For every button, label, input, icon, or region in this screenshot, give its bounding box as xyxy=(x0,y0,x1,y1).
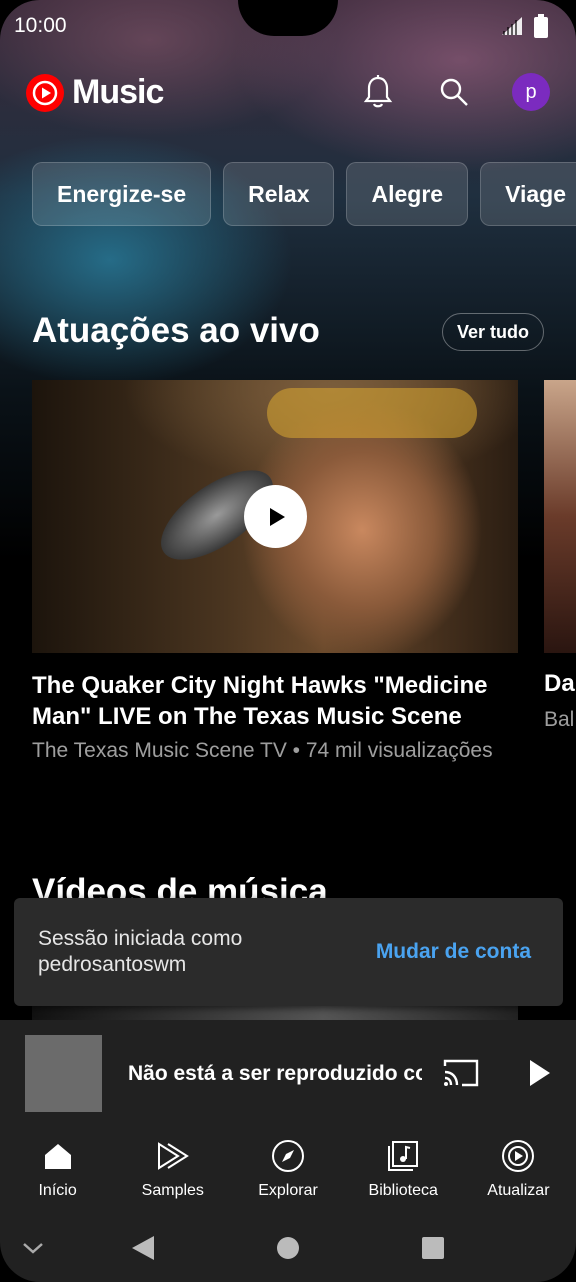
video-meta: The Texas Music Scene TV • 74 mil visual… xyxy=(32,739,493,762)
nav-label-home: Início xyxy=(38,1182,77,1199)
nav-item-home[interactable]: Início xyxy=(0,1125,115,1215)
next-video-title[interactable]: Da xyxy=(544,670,575,698)
next-video-thumbnail[interactable] xyxy=(544,380,576,653)
logo-play-icon xyxy=(26,73,64,112)
chip-happy[interactable]: Alegre xyxy=(346,162,469,226)
logo-text: Music xyxy=(72,73,164,111)
home-icon xyxy=(41,1139,75,1173)
samples-icon xyxy=(156,1139,190,1173)
snackbar-message: Sessão iniciada como pedrosantoswm xyxy=(38,927,243,976)
nav-item-samples[interactable]: Samples xyxy=(115,1125,230,1215)
nav-item-explore[interactable]: Explorar xyxy=(230,1125,345,1215)
system-navigation-bar xyxy=(0,1215,576,1282)
thumbnail-detail-glasses xyxy=(267,388,477,438)
system-collapse-button[interactable] xyxy=(18,1233,48,1263)
signed-in-snackbar: Sessão iniciada como pedrosantoswm Mudar… xyxy=(14,898,563,1006)
cast-icon xyxy=(443,1059,479,1087)
back-triangle-icon xyxy=(132,1236,154,1260)
system-recents-button[interactable] xyxy=(418,1233,448,1263)
system-back-button[interactable] xyxy=(128,1233,158,1263)
nav-item-library[interactable]: Biblioteca xyxy=(346,1125,461,1215)
status-icons xyxy=(500,14,548,38)
play-video-button[interactable] xyxy=(244,485,307,548)
chip-relax[interactable]: Relax xyxy=(223,162,335,226)
mood-chips: Energize-se Relax Alegre Viage xyxy=(32,162,576,226)
chevron-down-icon xyxy=(23,1243,43,1254)
app-screen: 10:00 Music p Energize-se Relax Alegre V… xyxy=(0,0,576,1282)
search-icon xyxy=(440,78,468,106)
nav-label-samples: Samples xyxy=(141,1182,204,1199)
chip-travel[interactable]: Viage xyxy=(480,162,576,226)
next-video-meta: Bal xyxy=(544,708,575,731)
play-icon xyxy=(269,507,285,526)
nav-item-upgrade[interactable]: Atualizar xyxy=(461,1125,576,1215)
account-avatar[interactable]: p xyxy=(512,73,550,111)
play-icon xyxy=(530,1060,550,1086)
compass-icon xyxy=(271,1139,305,1173)
switch-account-button[interactable]: Mudar de conta xyxy=(376,940,531,964)
nav-label-library: Biblioteca xyxy=(368,1182,438,1199)
library-icon xyxy=(386,1139,420,1173)
notifications-button[interactable] xyxy=(360,74,396,110)
mini-player-artwork xyxy=(25,1035,102,1112)
search-button[interactable] xyxy=(436,74,472,110)
recents-square-icon xyxy=(422,1237,444,1259)
see-all-button[interactable]: Ver tudo xyxy=(442,313,545,351)
nav-label-explore: Explorar xyxy=(258,1182,318,1199)
home-circle-icon xyxy=(277,1237,299,1259)
mini-player[interactable]: Não está a ser reproduzido conteúdo xyxy=(0,1020,576,1125)
signal-icon xyxy=(502,17,522,35)
mini-player-title: Não está a ser reproduzido conteúdo xyxy=(128,1062,422,1085)
chip-energize[interactable]: Energize-se xyxy=(32,162,212,226)
mini-player-play-button[interactable] xyxy=(522,1056,556,1090)
youtube-music-logo[interactable]: Music xyxy=(26,73,164,112)
bell-icon xyxy=(363,75,393,108)
music-video-thumbnail-edge xyxy=(32,1006,518,1020)
status-time: 10:00 xyxy=(14,14,67,37)
section-title-live: Atuações ao vivo xyxy=(32,311,320,350)
nav-label-upgrade: Atualizar xyxy=(487,1182,550,1199)
cast-button[interactable] xyxy=(442,1058,482,1088)
system-home-button[interactable] xyxy=(273,1233,303,1263)
video-title[interactable]: The Quaker City Night Hawks "Medicine Ma… xyxy=(32,670,512,732)
upgrade-icon xyxy=(501,1139,535,1173)
battery-icon xyxy=(534,14,548,38)
bottom-navigation: Início Samples Explorar Biblioteca Atual… xyxy=(0,1125,576,1215)
